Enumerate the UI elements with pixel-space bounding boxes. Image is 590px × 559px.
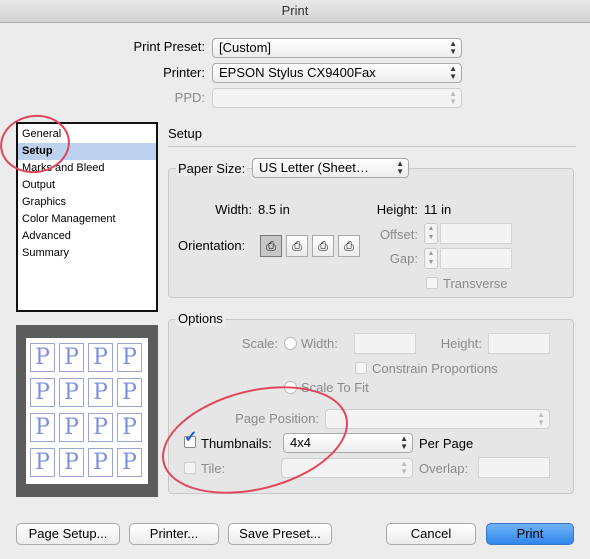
gap-stepper[interactable]: ▲ ▼ [424, 248, 438, 269]
orientation-landscape-icon[interactable]: ⎙ [286, 235, 308, 257]
window-title: Print [281, 3, 309, 18]
constrain-proportions-checkbox[interactable] [355, 362, 367, 374]
overlap-field[interactable] [478, 457, 550, 478]
preview-thumbnail: P [117, 343, 142, 372]
preview-page: PPPPPPPPPPPPPPPP [26, 338, 148, 484]
scale-height-field[interactable] [488, 333, 550, 354]
transverse-checkbox[interactable] [426, 277, 438, 289]
preview-thumbnail: P [59, 343, 84, 372]
printer-popup[interactable]: EPSON Stylus CX9400Fax ▲ ▼ [212, 63, 462, 83]
updown-arrows-icon: ▲ ▼ [400, 434, 408, 451]
updown-arrows-icon: ▲ ▼ [400, 459, 408, 476]
page-position-popup[interactable]: ▲ ▼ [325, 409, 550, 429]
updown-arrows-icon: ▲ ▼ [449, 89, 457, 106]
printer-value: EPSON Stylus CX9400Fax [219, 65, 376, 80]
preview-thumbnail: P [30, 378, 55, 407]
paper-height-label: Height: [376, 202, 418, 217]
printer-button[interactable]: Printer... [129, 523, 219, 545]
updown-arrows-icon: ▲ ▼ [449, 64, 457, 81]
paper-width-label: Width: [215, 202, 252, 217]
updown-arrows-icon: ▲ ▼ [537, 410, 545, 427]
sidebar-item-output[interactable]: Output [18, 177, 156, 194]
paper-width-value: 8.5 in [258, 202, 290, 217]
orientation-portrait-icon[interactable]: ⎙ [260, 235, 282, 257]
offset-stepper[interactable]: ▲ ▼ [424, 223, 438, 244]
overlap-label: Overlap: [419, 461, 469, 476]
preview-thumbnail: P [117, 413, 142, 442]
preview-thumbnail: P [59, 448, 84, 477]
ppd-popup[interactable]: ▲ ▼ [212, 88, 462, 108]
printer-label: Printer: [163, 65, 205, 80]
transverse-label: Transverse [443, 276, 508, 291]
offset-label: Offset: [379, 227, 418, 242]
preview-thumbnail: P [30, 413, 55, 442]
paper-height-value: 11 in [424, 202, 452, 217]
preview-thumbnail: P [117, 448, 142, 477]
paper-size-value: US Letter (Sheet… [259, 160, 369, 175]
sidebar-item-summary[interactable]: Summary [18, 245, 156, 262]
preview-thumbnail: P [30, 448, 55, 477]
preview-thumbnail: P [30, 343, 55, 372]
scale-width-label: Width: [301, 336, 338, 351]
sidebar-item-graphics[interactable]: Graphics [18, 194, 156, 211]
print-preview: PPPPPPPPPPPPPPPP [16, 325, 158, 497]
constrain-proportions-label: Constrain Proportions [372, 361, 498, 376]
per-page-label: Per Page [419, 436, 474, 451]
paper-size-popup[interactable]: US Letter (Sheet… ▲ ▼ [252, 158, 409, 178]
print-preset-label: Print Preset: [133, 39, 205, 54]
sidebar-item-advanced[interactable]: Advanced [18, 228, 156, 245]
cancel-button[interactable]: Cancel [386, 523, 476, 545]
scale-height-label: Height: [440, 336, 482, 351]
scale-width-radio[interactable] [284, 337, 297, 350]
preview-thumbnail: P [88, 413, 113, 442]
updown-arrows-icon: ▲ ▼ [396, 159, 404, 176]
preview-thumbnail: P [88, 448, 113, 477]
updown-arrows-icon: ▲ ▼ [449, 39, 457, 56]
paper-size-label: Paper Size: [176, 161, 248, 176]
preview-thumbnail: P [59, 378, 84, 407]
print-preset-popup[interactable]: [Custom] ▲ ▼ [212, 38, 462, 58]
print-preset-value: [Custom] [219, 40, 272, 55]
scale-width-field[interactable] [354, 333, 416, 354]
orientation-label: Orientation: [178, 238, 246, 253]
orientation-reverse-portrait-icon[interactable]: ⎙ [312, 235, 334, 257]
print-button[interactable]: Print [486, 523, 574, 545]
options-group-title: Options [176, 311, 225, 326]
save-preset-button[interactable]: Save Preset... [228, 523, 332, 545]
page-setup-button[interactable]: Page Setup... [16, 523, 120, 545]
section-title: Setup [168, 126, 202, 141]
preview-thumbnail: P [88, 343, 113, 372]
preview-thumbnail: P [117, 378, 142, 407]
offset-field[interactable] [440, 223, 512, 244]
preview-thumbnail: P [88, 378, 113, 407]
ppd-label: PPD: [174, 90, 205, 105]
window-title-bar: Print [0, 0, 590, 23]
scale-label: Scale: [241, 336, 278, 351]
section-divider [168, 146, 576, 147]
gap-label: Gap: [389, 251, 418, 266]
gap-field[interactable] [440, 248, 512, 269]
preview-thumbnail: P [59, 413, 84, 442]
sidebar-item-color-management[interactable]: Color Management [18, 211, 156, 228]
